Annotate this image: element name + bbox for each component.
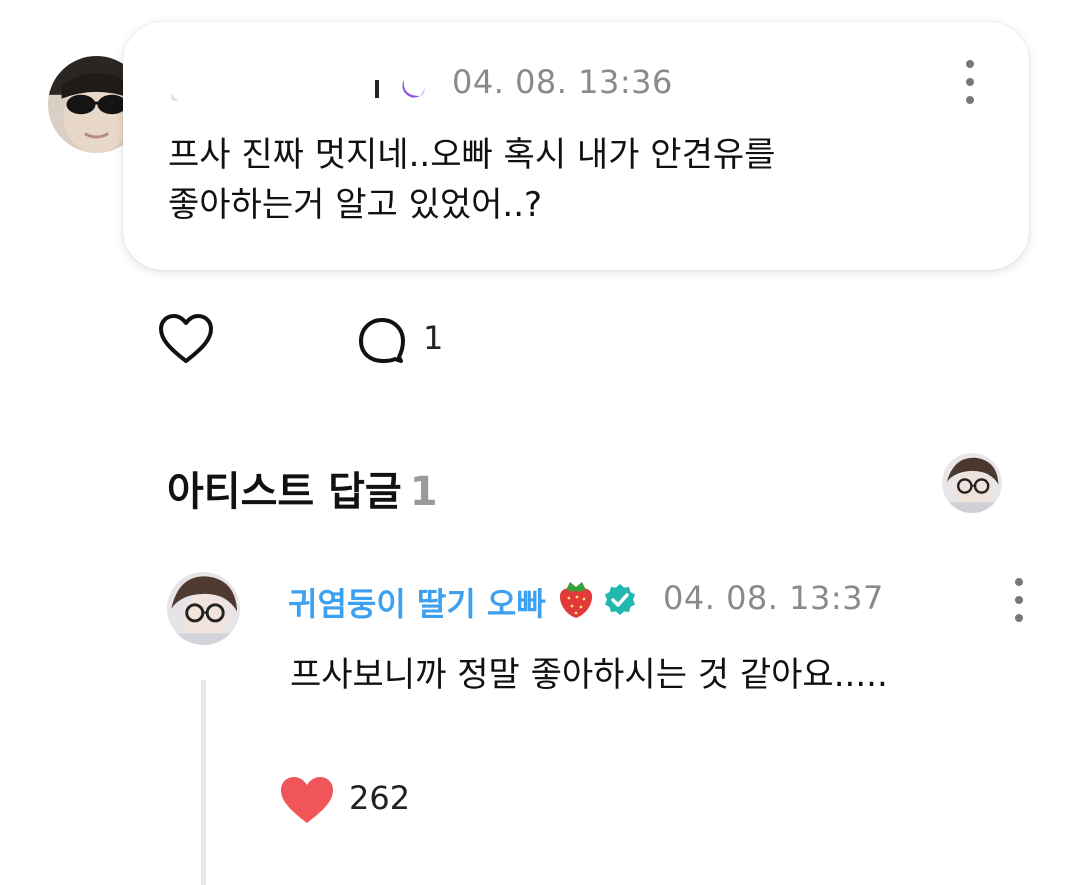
fan-username-redacted-tail [375,80,379,98]
artist-mini-avatar[interactable] [942,453,1002,513]
verified-badge-icon [605,584,635,615]
strawberry-icon [559,582,593,618]
like-count: 262 [349,779,411,817]
fan-comment-timestamp: 04. 08. 13:36 [452,63,673,101]
reply-thread-line [201,680,206,885]
section-count: 1 [409,469,438,515]
artist-name[interactable]: 귀염둥이 딸기 오빠 [288,579,546,625]
artist-reply-text: 프사보니까 정말 좋아하시는 것 같아요..... [290,655,888,695]
heart-outline-icon[interactable] [157,312,215,366]
fan-username-blur [166,40,434,106]
more-vertical-icon[interactable] [955,60,985,104]
comment-thread-screen: 04. 08. 13:36 프사 진짜 멋지네..오빠 혹시 내가 안견유를 좋… [0,0,1080,885]
crescent-moon-icon [402,80,425,98]
fan-comment-line: 프사 진짜 멋지네..오빠 혹시 내가 안견유를 [168,135,776,175]
section-title: 아티스트 답글 [167,469,402,515]
heart-filled-icon[interactable] [278,775,336,825]
artist-avatar[interactable] [167,572,240,645]
artist-reply-timestamp: 04. 08. 13:37 [663,579,884,617]
artist-mini-avatar-image [942,453,1002,513]
artist-replies-header: 아티스트 답글 1 [167,459,438,517]
comment-bubble-icon[interactable] [355,315,407,365]
reply-count: 1 [423,319,444,357]
artist-avatar-image [167,572,240,645]
more-vertical-icon[interactable] [1004,578,1034,622]
fan-comment-line: 좋아하는거 알고 있었어..? [168,185,543,225]
fan-comment-text: 프사 진짜 멋지네..오빠 혹시 내가 안견유를 좋아하는거 알고 있었어..? [168,130,1008,230]
